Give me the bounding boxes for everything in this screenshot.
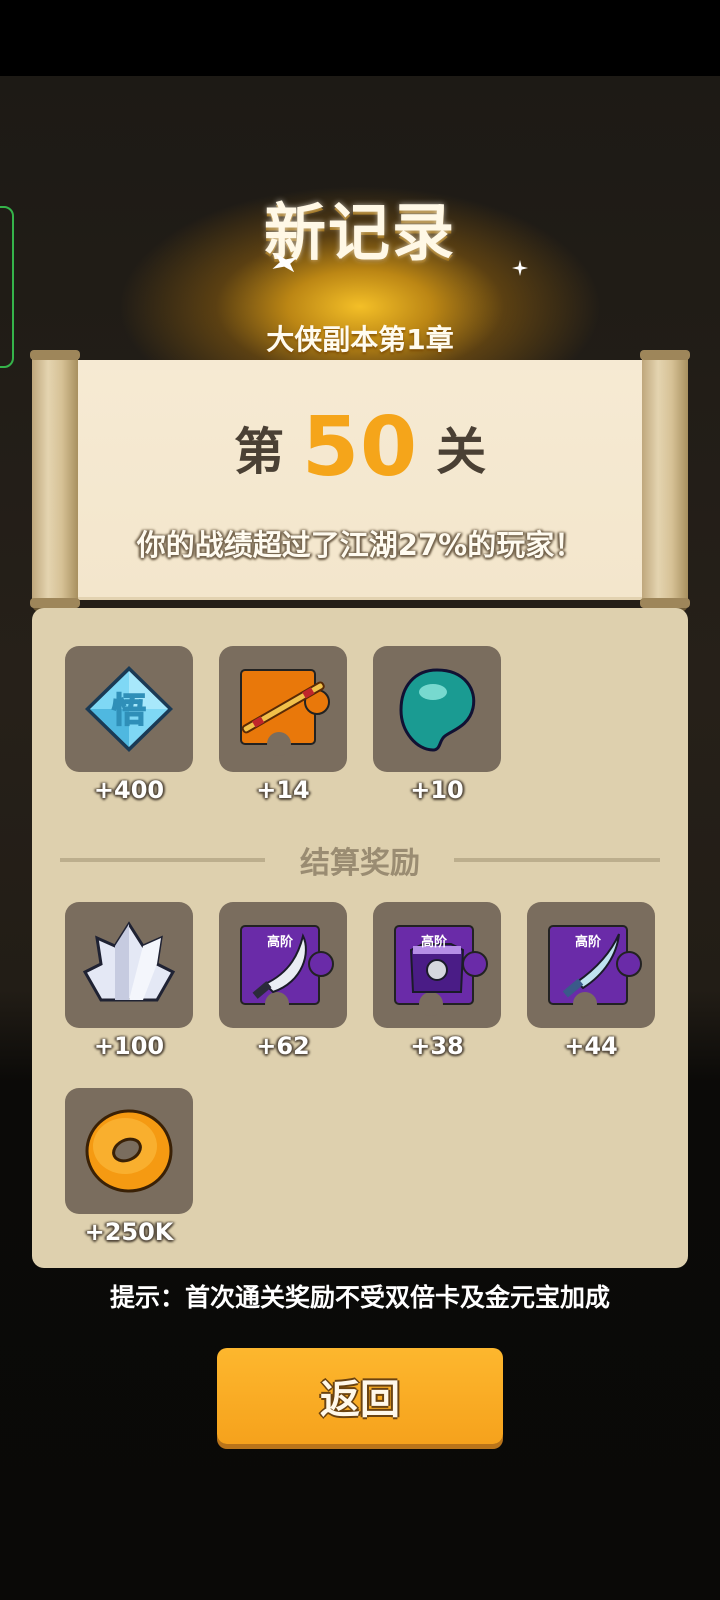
reward-slot[interactable]: 高阶 [527,902,655,1028]
result-screen: 新记录 大侠副本第1章 第 50 关 你的战绩超过了江湖27%的玩家！ 悟 +400… [0,0,720,1600]
level-display: 第 50 关 [74,400,646,495]
svg-text:高阶: 高阶 [421,934,448,950]
chapter-title: 大侠副本第1章 [266,323,454,356]
reward-amount: +250K [84,1218,174,1246]
ranking-text: 你的战绩超过了江湖27%的玩家！ [136,528,584,562]
scroll-roller-left [30,350,80,608]
scroll-roller-right [640,350,690,608]
crystal-icon [82,921,176,1002]
saber-fragment-icon: 高阶 [240,925,334,1016]
divider-right [454,858,660,862]
hint-text: 提示：首次通关奖励不受双倍卡及金元宝加成 [109,1283,610,1312]
wu-diamond-icon: 悟 [85,666,173,752]
staff-fragment-icon [240,669,330,756]
reward-slot[interactable]: 高阶 [373,902,501,1028]
reward-amount: +62 [256,1032,310,1060]
level-suffix: 关 [436,422,487,481]
level-prefix: 第 [233,422,284,481]
back-button[interactable]: 返回 [217,1348,503,1444]
level-number: 50 [301,400,419,495]
reward-amount: +44 [564,1032,618,1060]
jade-magatama-icon [399,668,476,752]
divider-left [60,858,265,862]
reward-amount: +100 [93,1032,165,1060]
reward-amount: +400 [93,776,165,804]
reward-slot[interactable] [65,1088,193,1214]
reward-slot[interactable]: 高阶 [219,902,347,1028]
blade-fragment-icon: 高阶 [548,925,642,1016]
armor-fragment-icon: 高阶 [394,925,488,1016]
back-button-label: 返回 [320,1378,400,1422]
reward-amount: +38 [410,1032,464,1060]
reward-slot[interactable]: 悟 [65,646,193,772]
svg-text:高阶: 高阶 [575,934,602,950]
reward-slot[interactable] [219,646,347,772]
reward-amount: +14 [256,776,310,804]
svg-text:高阶: 高阶 [267,934,294,950]
svg-text:悟: 悟 [112,691,146,731]
reward-amount: +10 [410,776,464,804]
gold-coin-icon [85,1109,173,1193]
settlement-title: 结算奖励 [300,846,420,881]
new-record-title: 新记录 [263,196,456,269]
reward-slot[interactable] [373,646,501,772]
reward-slot[interactable] [65,902,193,1028]
